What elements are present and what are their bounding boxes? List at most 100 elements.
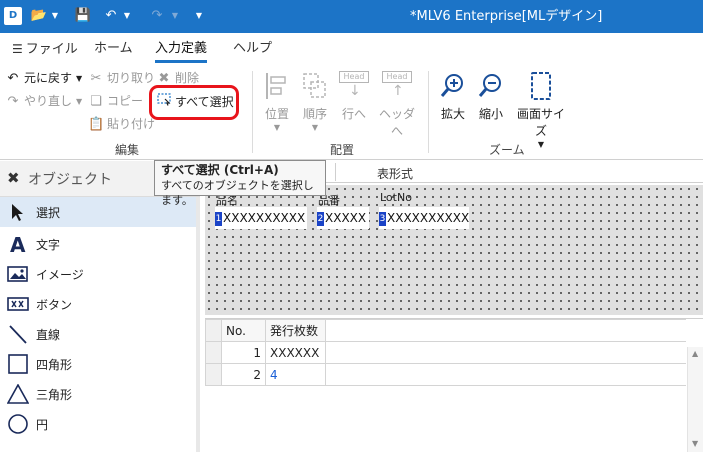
to-row-button[interactable]: Head ↓ 行へ — [336, 69, 372, 122]
cut-label: 切り取り — [107, 71, 156, 85]
object-item-rectangle[interactable]: 四角形 — [0, 349, 196, 379]
head-to-row-icon: Head ↓ — [339, 69, 369, 101]
tab-file[interactable]: ☰ ファイル — [12, 39, 78, 63]
to-row-label: 行へ — [341, 107, 366, 121]
tab-separator — [335, 163, 336, 181]
table-vertical-scrollbar[interactable]: ▲ ▼ — [687, 347, 703, 452]
scroll-down-icon[interactable]: ▼ — [692, 439, 698, 448]
customize-icon[interactable]: ▼ — [194, 8, 204, 24]
text-a-icon: A — [10, 234, 26, 254]
copy-button[interactable]: ❏ コピー — [88, 92, 143, 111]
object-item-circle[interactable]: 円 — [0, 409, 196, 439]
zoom-group-label: ズーム — [489, 143, 525, 157]
data-table: No. 発行枚数 1 XXXXXX 2 4 — [205, 319, 686, 386]
object-panel-scrollbar[interactable] — [196, 197, 200, 452]
table-cell-print-count[interactable]: XXXXXX — [265, 341, 326, 364]
object-item-triangle[interactable]: 三角形 — [0, 379, 196, 409]
tooltip-description: すべてのオブジェクトを選択します。 — [161, 179, 314, 207]
object-item-button[interactable]: ボタン — [0, 289, 196, 319]
position-button[interactable]: 位置 ▼ — [260, 71, 294, 132]
folder-open-icon[interactable]: 📂 — [30, 7, 48, 25]
screen-size-button[interactable]: 画面サイズ ▼ — [512, 71, 570, 149]
tab-table-format[interactable]: 表形式 — [377, 165, 413, 182]
data-table-area: No. 発行枚数 1 XXXXXX 2 4 ▲ ▼ — [205, 318, 703, 452]
table-cell-print-count[interactable]: 4 — [265, 363, 326, 386]
select-all-highlight — [149, 85, 239, 120]
tab-help[interactable]: ヘルプ — [233, 39, 272, 63]
scroll-up-icon[interactable]: ▲ — [692, 349, 698, 358]
row-header[interactable] — [205, 341, 222, 364]
object-panel-title: オブジェクト — [28, 172, 112, 188]
zoom-out-icon — [478, 74, 501, 97]
object-item-label: 四角形 — [36, 358, 73, 372]
object-item-image[interactable]: イメージ — [0, 259, 196, 289]
object-item-label: 直線 — [36, 328, 61, 342]
empty-cell — [325, 363, 686, 386]
redo-dropdown-icon[interactable]: ▼ — [170, 8, 180, 24]
column-header-print-count[interactable]: 発行枚数 — [265, 319, 326, 342]
redo-icon[interactable]: ↷ — [148, 7, 166, 25]
empty-cell — [325, 341, 686, 364]
object-item-line[interactable]: 直線 — [0, 319, 196, 349]
zoom-out-label: 縮小 — [478, 107, 503, 121]
head-tag: Head — [382, 71, 412, 83]
app-icon: D — [4, 7, 22, 25]
redo-label: やり直し — [24, 94, 73, 108]
button-icon — [7, 297, 29, 311]
field-value: XXXXX — [325, 211, 367, 225]
zoom-in-button[interactable]: 拡大 — [436, 71, 470, 122]
title-bar: D 📂 ▼ 💾 ↶ ▼ ↷ ▼ ▼ *MLV6 Enterprise[MLデザイ… — [0, 0, 703, 33]
row-to-head-icon: Head ↑ — [382, 69, 412, 101]
undo-dropdown-icon[interactable]: ▼ — [122, 8, 132, 24]
row-header[interactable] — [205, 363, 222, 386]
cut-button[interactable]: ✂ 切り取り — [88, 69, 155, 88]
field-lot-no[interactable]: 3 XXXXXXXXXX — [379, 207, 469, 229]
tab-file-label: ファイル — [25, 42, 78, 57]
cursor-arrow-icon — [12, 204, 23, 221]
table-row[interactable]: 2 4 — [205, 363, 686, 386]
field-order-marker: 1 — [215, 211, 222, 226]
scissors-icon: ✂ — [90, 71, 102, 86]
open-dropdown-icon[interactable]: ▼ — [50, 8, 60, 24]
chevron-down-icon: ▼ — [273, 123, 281, 132]
layer-order-icon — [303, 73, 326, 98]
object-item-label: 三角形 — [36, 388, 73, 402]
svg-text:A: A — [10, 234, 26, 254]
delete-label: 削除 — [175, 71, 200, 85]
align-left-icon — [266, 73, 286, 99]
select-all-tooltip: すべて選択 (Ctrl+A) すべてのオブジェクトを選択します。 — [154, 160, 326, 207]
object-item-text[interactable]: A 文字 — [0, 229, 196, 259]
table-row[interactable]: 1 XXXXXX — [205, 341, 686, 364]
ribbon-tabs: ☰ ファイル ホーム 入力定義 ヘルプ — [0, 33, 703, 65]
image-icon — [7, 266, 28, 282]
redo-button[interactable]: ↷ やり直し ▼ — [5, 92, 83, 111]
paste-button[interactable]: 📋 貼り付け — [88, 115, 155, 134]
zoom-in-icon — [440, 74, 463, 97]
position-label: 位置 — [264, 107, 289, 121]
paste-label: 貼り付け — [107, 117, 156, 131]
menu-list-icon: ☰ — [12, 42, 23, 56]
field-product-code[interactable]: 2 XXXXX — [317, 207, 369, 229]
edit-group-label: 編集 — [115, 143, 140, 157]
undo-icon[interactable]: ↶ — [102, 7, 120, 25]
table-header-row: No. 発行枚数 — [205, 319, 686, 342]
to-header-button[interactable]: Head ↑ ヘッダへ — [376, 69, 418, 139]
order-button[interactable]: 順序 ▼ — [298, 71, 332, 132]
field-product-name[interactable]: 1 XXXXXXXXXX — [215, 207, 307, 229]
zoom-out-button[interactable]: 縮小 — [474, 71, 508, 122]
triangle-icon — [7, 384, 29, 404]
table-cell-no[interactable]: 1 — [221, 341, 266, 364]
rectangle-icon — [8, 354, 28, 374]
tab-input-definition[interactable]: 入力定義 — [155, 39, 208, 63]
object-item-label: ボタン — [36, 298, 73, 312]
chevron-down-icon: ▼ — [76, 96, 83, 106]
to-header-label: ヘッダへ — [378, 107, 415, 138]
field-label-lot-no: LotNo — [380, 191, 412, 204]
head-tag: Head — [339, 71, 369, 83]
undo-button[interactable]: ↶ 元に戻す ▼ — [5, 69, 83, 88]
save-icon[interactable]: 💾 — [74, 7, 92, 25]
tab-home[interactable]: ホーム — [94, 39, 133, 63]
column-header-no[interactable]: No. — [221, 319, 266, 342]
table-cell-no[interactable]: 2 — [221, 363, 266, 386]
row-header-corner — [205, 319, 222, 342]
